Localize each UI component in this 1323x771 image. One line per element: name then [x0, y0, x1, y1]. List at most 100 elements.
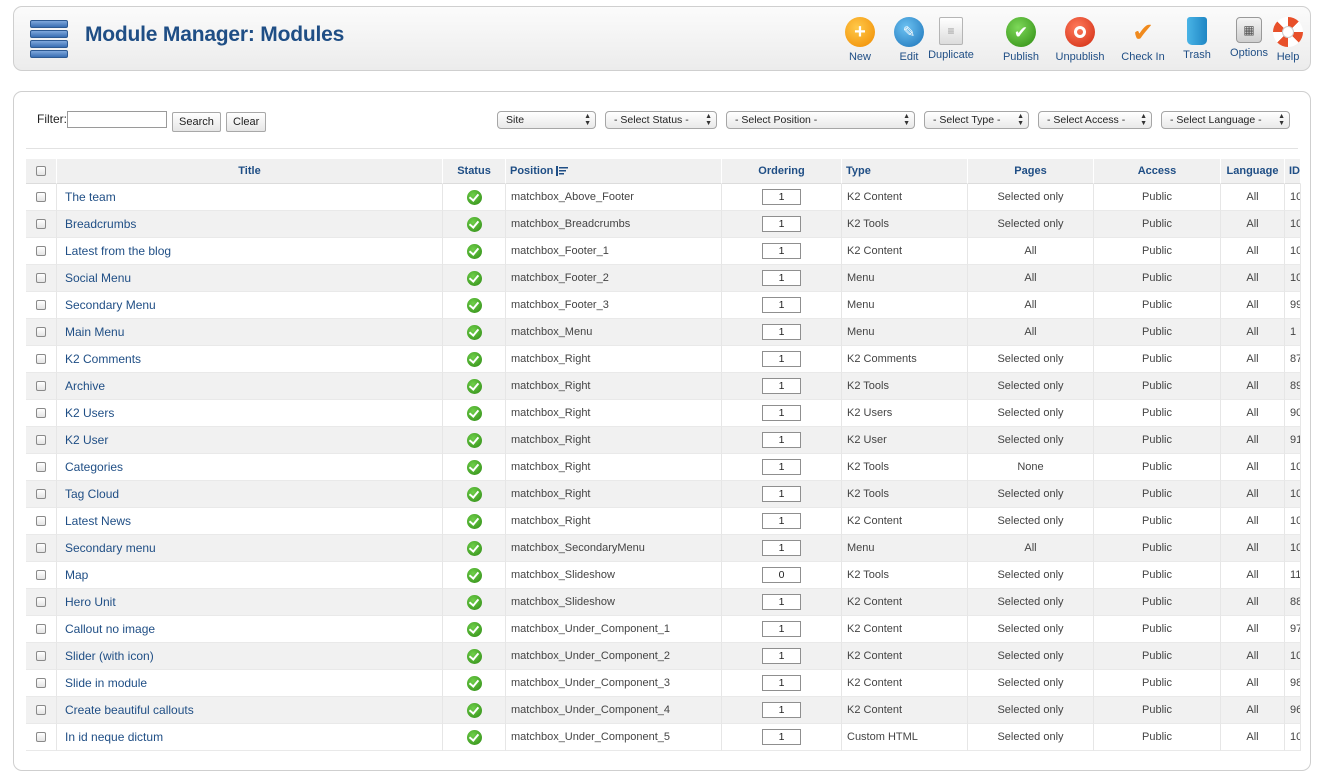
published-check-icon[interactable]	[466, 351, 482, 367]
row-checkbox[interactable]	[36, 678, 46, 689]
row-checkbox[interactable]	[36, 273, 46, 284]
ordering-input[interactable]: 1	[762, 486, 801, 502]
published-check-icon[interactable]	[466, 216, 482, 232]
module-title-link[interactable]: Archive	[62, 379, 105, 393]
row-checkbox[interactable]	[36, 732, 46, 743]
module-title-link[interactable]: K2 User	[62, 433, 108, 447]
trash-button[interactable]: Trash	[1169, 17, 1225, 67]
check-in-button[interactable]: ✔ Check In	[1115, 17, 1171, 67]
module-title-link[interactable]: Latest from the blog	[62, 244, 171, 258]
ordering-input[interactable]: 1	[762, 189, 801, 205]
published-check-icon[interactable]	[466, 513, 482, 529]
ordering-input[interactable]: 1	[762, 324, 801, 340]
filter-search-input[interactable]	[67, 111, 167, 128]
module-title-link[interactable]: Social Menu	[62, 271, 131, 285]
ordering-input[interactable]: 1	[762, 297, 801, 313]
row-checkbox[interactable]	[36, 651, 46, 662]
ordering-input[interactable]: 1	[762, 594, 801, 610]
module-title-link[interactable]: Hero Unit	[62, 595, 116, 609]
column-header-status[interactable]: Status	[443, 159, 506, 184]
published-check-icon[interactable]	[466, 729, 482, 745]
ordering-input[interactable]: 1	[762, 378, 801, 394]
ordering-input[interactable]: 1	[762, 459, 801, 475]
ordering-input[interactable]: 1	[762, 729, 801, 745]
row-checkbox[interactable]	[36, 516, 46, 527]
row-checkbox[interactable]	[36, 705, 46, 716]
column-header-type[interactable]: Type	[842, 159, 968, 184]
module-title-link[interactable]: Main Menu	[62, 325, 124, 339]
published-check-icon[interactable]	[466, 594, 482, 610]
language-select[interactable]: - Select Language - ▲ ▼	[1161, 111, 1290, 129]
type-select[interactable]: - Select Type - ▲ ▼	[924, 111, 1029, 129]
position-select[interactable]: - Select Position - ▲ ▼	[726, 111, 915, 129]
module-title-link[interactable]: Slider (with icon)	[62, 649, 154, 663]
module-title-link[interactable]: Slide in module	[62, 676, 147, 690]
module-title-link[interactable]: K2 Users	[62, 406, 114, 420]
search-button[interactable]: Search	[172, 112, 221, 132]
published-check-icon[interactable]	[466, 405, 482, 421]
row-checkbox[interactable]	[36, 489, 46, 500]
published-check-icon[interactable]	[466, 243, 482, 259]
row-checkbox[interactable]	[36, 381, 46, 392]
published-check-icon[interactable]	[466, 324, 482, 340]
ordering-input[interactable]: 1	[762, 648, 801, 664]
status-select[interactable]: - Select Status - ▲ ▼	[605, 111, 717, 129]
module-title-link[interactable]: Callout no image	[62, 622, 155, 636]
row-checkbox[interactable]	[36, 570, 46, 581]
published-check-icon[interactable]	[466, 459, 482, 475]
column-header-pages[interactable]: Pages	[968, 159, 1094, 184]
row-checkbox[interactable]	[36, 354, 46, 365]
ordering-input[interactable]: 1	[762, 702, 801, 718]
ordering-input[interactable]: 1	[762, 351, 801, 367]
ordering-input[interactable]: 1	[762, 513, 801, 529]
published-check-icon[interactable]	[466, 540, 482, 556]
ordering-input[interactable]: 1	[762, 243, 801, 259]
row-checkbox[interactable]	[36, 192, 46, 203]
ordering-input[interactable]: 1	[762, 621, 801, 637]
ordering-input[interactable]: 1	[762, 405, 801, 421]
ordering-input[interactable]: 0	[762, 567, 801, 583]
unpublish-button[interactable]: Unpublish	[1051, 17, 1109, 67]
module-title-link[interactable]: The team	[62, 190, 116, 204]
published-check-icon[interactable]	[466, 621, 482, 637]
module-title-link[interactable]: Categories	[62, 460, 123, 474]
row-checkbox[interactable]	[36, 300, 46, 311]
select-all-checkbox[interactable]	[36, 166, 46, 177]
ordering-input[interactable]: 1	[762, 270, 801, 286]
module-title-link[interactable]: Secondary menu	[62, 541, 156, 555]
module-title-link[interactable]: Latest News	[62, 514, 131, 528]
ordering-input[interactable]: 1	[762, 675, 801, 691]
published-check-icon[interactable]	[466, 297, 482, 313]
column-header-title[interactable]: Title	[57, 159, 443, 184]
clear-button[interactable]: Clear	[226, 112, 267, 132]
row-checkbox[interactable]	[36, 408, 46, 419]
published-check-icon[interactable]	[466, 486, 482, 502]
ordering-input[interactable]: 1	[762, 216, 801, 232]
published-check-icon[interactable]	[466, 702, 482, 718]
row-checkbox[interactable]	[36, 327, 46, 338]
published-check-icon[interactable]	[466, 648, 482, 664]
row-checkbox[interactable]	[36, 462, 46, 473]
module-title-link[interactable]: Secondary Menu	[62, 298, 156, 312]
module-title-link[interactable]: Breadcrumbs	[62, 217, 136, 231]
ordering-input[interactable]: 1	[762, 540, 801, 556]
column-header-id[interactable]: ID	[1285, 159, 1301, 184]
column-header-ordering[interactable]: Ordering	[722, 159, 842, 184]
duplicate-button[interactable]: ≡ Duplicate	[923, 17, 979, 67]
row-checkbox[interactable]	[36, 246, 46, 257]
module-title-link[interactable]: Create beautiful callouts	[62, 703, 194, 717]
access-select[interactable]: - Select Access - ▲ ▼	[1038, 111, 1152, 129]
publish-button[interactable]: ✔ Publish	[993, 17, 1049, 67]
module-title-link[interactable]: K2 Comments	[62, 352, 141, 366]
published-check-icon[interactable]	[466, 270, 482, 286]
published-check-icon[interactable]	[466, 378, 482, 394]
module-title-link[interactable]: Map	[62, 568, 88, 582]
published-check-icon[interactable]	[466, 432, 482, 448]
client-select[interactable]: Site ▲ ▼	[497, 111, 596, 129]
published-check-icon[interactable]	[466, 675, 482, 691]
row-checkbox[interactable]	[36, 624, 46, 635]
row-checkbox[interactable]	[36, 219, 46, 230]
published-check-icon[interactable]	[466, 189, 482, 205]
new-button[interactable]: + New	[832, 17, 888, 67]
ordering-input[interactable]: 1	[762, 432, 801, 448]
